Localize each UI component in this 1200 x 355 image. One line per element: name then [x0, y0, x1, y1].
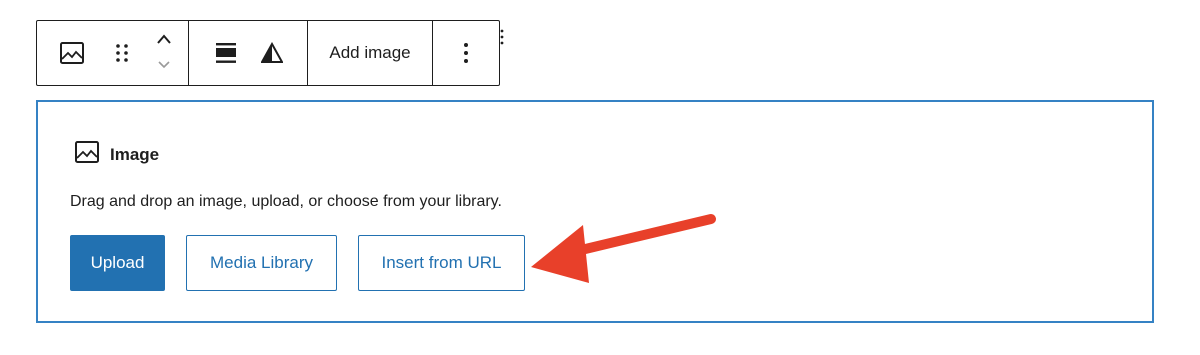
block-label: Image: [74, 140, 159, 169]
block-toolbar: Add image: [36, 20, 500, 86]
toolbar-group-format: [189, 21, 308, 85]
media-library-button[interactable]: Media Library: [186, 235, 337, 291]
image-icon: [74, 140, 100, 169]
block-title: Image: [110, 144, 160, 164]
block-instructions: Drag and drop an image, upload, or choos…: [70, 193, 502, 210]
filter-icon[interactable]: [259, 38, 285, 68]
drag-handle-icon[interactable]: [107, 38, 137, 68]
toolbar-group-add: Add image: [308, 21, 433, 85]
move-up-down-icon[interactable]: [149, 28, 179, 78]
add-image-button[interactable]: Add image: [329, 43, 410, 63]
more-options-icon[interactable]: [454, 38, 478, 68]
overflow-dots-icon: [499, 28, 505, 51]
align-icon[interactable]: [213, 38, 239, 68]
toolbar-group-block: [37, 21, 189, 85]
insert-from-url-button[interactable]: Insert from URL: [358, 235, 525, 291]
image-icon[interactable]: [57, 38, 87, 68]
toolbar-group-more: [433, 21, 499, 85]
annotation-arrow-icon: [531, 214, 716, 283]
upload-button[interactable]: Upload: [70, 235, 165, 291]
